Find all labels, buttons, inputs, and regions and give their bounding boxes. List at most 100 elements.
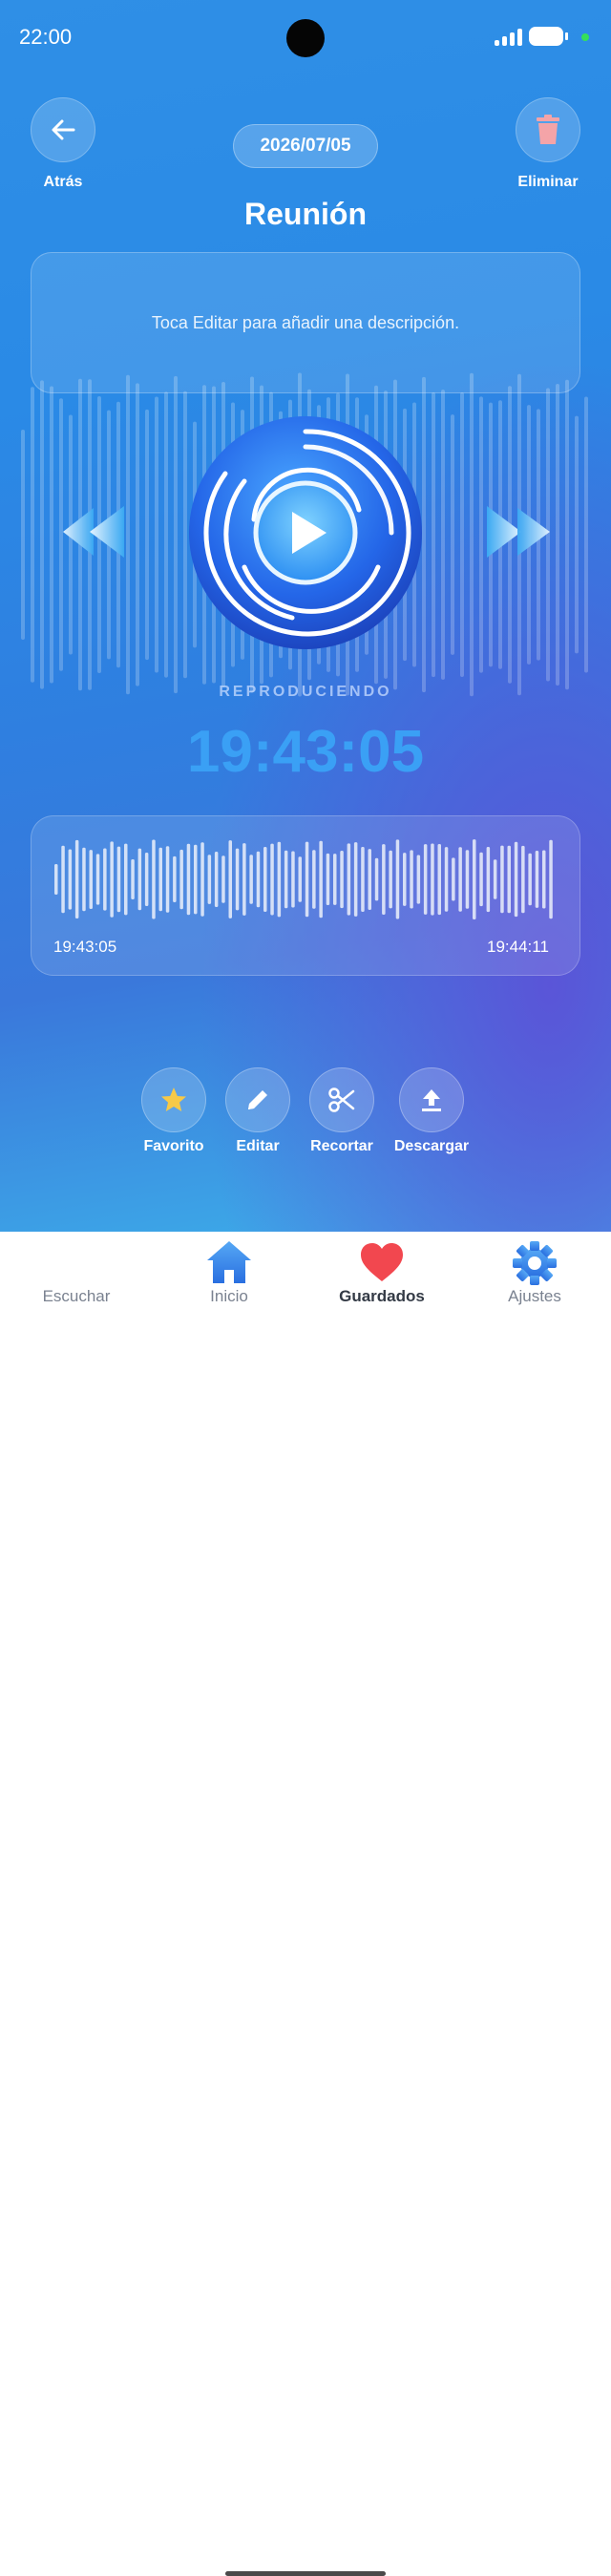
waveform-bar [249, 855, 253, 904]
waveform-bar [521, 845, 525, 914]
fast-forward-icon[interactable] [485, 504, 552, 560]
arrow-left-icon [52, 119, 75, 140]
waveform-bar [458, 847, 462, 912]
waveform-bar [403, 853, 407, 906]
rewind-icon[interactable] [61, 504, 128, 560]
waveform-bar [500, 845, 504, 914]
waveform-bar [353, 842, 358, 917]
background-wave-bar [460, 392, 464, 677]
waveform-bar [507, 845, 511, 914]
waveform-bar [95, 854, 100, 905]
recording-title: Reunión [244, 197, 367, 231]
waveform-bar [535, 851, 539, 908]
end-time: 19:44:11 [487, 938, 549, 956]
waveform-bar [54, 864, 58, 895]
background-wave-bar [145, 409, 149, 661]
waveform-bar [395, 839, 400, 919]
waveform-bar [74, 839, 79, 918]
waveform-bar [542, 850, 546, 909]
background-wave-bar [50, 386, 53, 684]
background-wave-bar [432, 391, 435, 678]
waveform-bar [382, 844, 386, 915]
waveform-bar [103, 848, 107, 911]
waveform-bar [165, 846, 170, 913]
tab-inicio[interactable]: Inicio [153, 1232, 306, 1327]
waveform-bar [124, 843, 128, 916]
waveform-bar [514, 841, 518, 918]
star-icon [161, 1087, 186, 1111]
waveform-bar [158, 847, 162, 912]
waveform-bar [389, 850, 392, 909]
delete-button[interactable] [516, 97, 580, 162]
waveform-bar [374, 857, 379, 901]
waveform-bar [465, 850, 470, 909]
back-label: Atrás [43, 174, 83, 190]
background-wave-bar [164, 391, 168, 678]
tab-label-ajustes: Ajustes [508, 1287, 561, 1305]
background-wave-bar [31, 387, 34, 683]
battery-icon [529, 27, 568, 46]
waveform-bar [179, 849, 183, 910]
favorite-button[interactable] [141, 1067, 206, 1132]
waveform-bar [305, 841, 309, 918]
waveform-bar [333, 854, 337, 905]
waveform-bar [444, 847, 449, 912]
waveform-bar [270, 843, 274, 916]
waveform-bar [131, 859, 135, 899]
play-button[interactable] [187, 414, 424, 651]
description-placeholder: Toca Editar para añadir una descripción. [151, 312, 460, 332]
waveform-bar [423, 844, 428, 915]
tab-label-guardados: Guardados [339, 1287, 425, 1305]
tab-ajustes[interactable]: Ajustes [458, 1232, 611, 1327]
background-wave-bar [174, 375, 178, 694]
waveform-bar [431, 843, 434, 916]
waveform-bar [207, 855, 212, 904]
waveform-bar [144, 853, 149, 906]
waveform-bar [242, 843, 246, 916]
background-wave-bar [565, 379, 569, 690]
upload-icon [422, 1089, 441, 1111]
signal-icon [495, 29, 522, 46]
waveform-bar [173, 855, 177, 902]
waveform-bar [326, 853, 330, 905]
waveform-bar [284, 850, 288, 909]
tab-bar: Escuchar Inicio Guardados Ajustes [0, 1232, 611, 2576]
gear-icon [513, 1241, 557, 1285]
date-badge: 2026/07/05 [233, 124, 378, 168]
waveform-bar [82, 847, 86, 912]
edit-button[interactable] [225, 1067, 290, 1132]
waveform-bar [110, 841, 114, 918]
home-icon [207, 1241, 251, 1283]
waveform-bar [452, 857, 455, 901]
waveform-bar [186, 843, 191, 916]
tab-escuchar[interactable]: Escuchar [0, 1232, 153, 1327]
status-time: 22:00 [19, 25, 73, 49]
waveform-bar [340, 851, 344, 909]
tab-guardados[interactable]: Guardados [306, 1232, 458, 1327]
trash-icon [537, 115, 559, 144]
waveform-bar [361, 847, 365, 912]
background-wave-bar [584, 396, 588, 673]
player-screen: 22:00 Atrás Eliminar 2026/07/05 Reunión … [0, 0, 611, 1232]
privacy-indicator [581, 33, 589, 41]
start-time: 19:43:05 [53, 938, 117, 956]
waveform-bar [473, 839, 476, 919]
waveform-bar [228, 840, 232, 918]
waveform-icon [55, 1239, 99, 1287]
waveform-bar [528, 853, 532, 906]
current-time: 19:43:05 [186, 719, 425, 785]
waveform-bar [486, 847, 491, 913]
home-indicator [225, 2571, 386, 2576]
background-wave-bar [441, 390, 445, 680]
waveform-bar [68, 849, 73, 910]
waveform-bar [221, 855, 225, 903]
back-button[interactable] [31, 97, 95, 162]
waveform-bar [347, 843, 351, 916]
trim-button[interactable] [309, 1067, 374, 1132]
waveform-bar [479, 852, 483, 907]
background-wave-bar [556, 384, 559, 686]
waveform-bar [89, 850, 93, 909]
description-card[interactable]: Toca Editar para añadir una descripción. [31, 252, 580, 393]
download-button[interactable] [399, 1067, 464, 1132]
waveform-bar [214, 852, 219, 907]
